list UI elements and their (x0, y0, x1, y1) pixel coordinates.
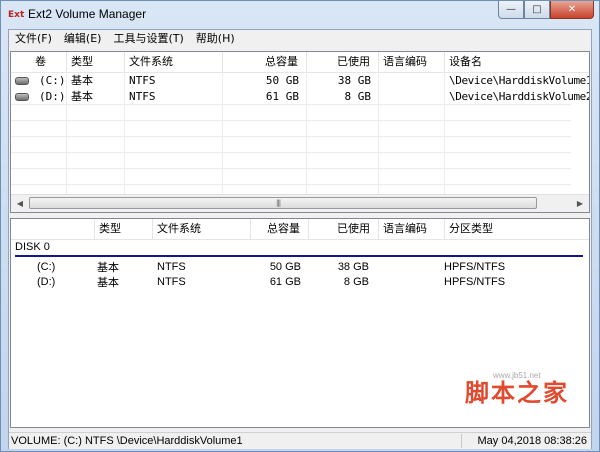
partition-row[interactable]: (C:) 基本 NTFS 50 GB 38 GB HPFS/NTFS (11, 260, 589, 275)
title-bar[interactable]: Ext Ext2 Volume Manager — □ ✕ (1, 1, 599, 29)
partition-name: (C:) (37, 261, 56, 273)
col-header-filesystem[interactable]: 文件系统 (125, 52, 223, 72)
col-header-used[interactable]: 已使用 (309, 219, 379, 239)
partition-ptype: HPFS/NTFS (444, 261, 506, 273)
window-controls: — □ ✕ (498, 1, 594, 19)
col-header-type[interactable]: 类型 (95, 219, 153, 239)
volume-device: \Device\HarddiskVolume1 (449, 74, 590, 87)
volume-used: 8 GB (344, 90, 372, 103)
col-header-codepage[interactable]: 语言编码 (379, 219, 445, 239)
partition-fs: NTFS (157, 261, 186, 273)
partition-fs: NTFS (157, 276, 186, 288)
partition-ptype: HPFS/NTFS (444, 276, 506, 288)
scroll-right-arrow-icon[interactable]: ▶ (573, 197, 587, 210)
volume-fs: NTFS (129, 74, 156, 87)
scroll-left-arrow-icon[interactable]: ◀ (13, 197, 27, 210)
partition-used: 8 GB (343, 276, 369, 288)
col-header-total[interactable]: 总容量 (251, 219, 309, 239)
menu-help[interactable]: 帮助(H) (190, 30, 241, 48)
volume-name: (C:) (39, 74, 66, 87)
maximize-button[interactable]: □ (524, 1, 550, 19)
col-header-partition-type[interactable]: 分区类型 (445, 219, 589, 239)
watermark-logo: 脚本之家 www.jb51.net (465, 371, 569, 408)
col-header-device[interactable]: 设备名 (445, 52, 589, 72)
app-icon: Ext (8, 10, 25, 20)
menu-tools-settings[interactable]: 工具与设置(T) (107, 30, 189, 48)
status-separator (461, 434, 462, 448)
app-window: Ext Ext2 Volume Manager — □ ✕ 文件(F) 编辑(E… (0, 0, 600, 452)
partition-row[interactable]: (D:) 基本 NTFS 61 GB 8 GB HPFS/NTFS (11, 275, 589, 290)
status-volume-info: VOLUME: (C:) NTFS \Device\HarddiskVolume… (11, 435, 243, 447)
disk-bar (15, 255, 583, 257)
col-header-codepage[interactable]: 语言编码 (379, 52, 445, 72)
volume-list-header: 卷 类型 文件系统 总容量 已使用 语言编码 设备名 (11, 52, 589, 73)
drive-icon (15, 93, 29, 101)
partition-total: 50 GB (269, 261, 301, 273)
col-header-total[interactable]: 总容量 (223, 52, 307, 72)
window-title: Ext2 Volume Manager (28, 7, 147, 21)
volume-fs: NTFS (129, 90, 156, 103)
col-header-volume[interactable]: 卷 (11, 52, 67, 72)
watermark-url: www.jb51.net (493, 371, 541, 380)
volume-type: 基本 (71, 90, 93, 103)
scroll-grip-icon: ||| (276, 199, 281, 207)
volume-total: 61 GB (265, 90, 299, 103)
disk-label[interactable]: DISK 0 (15, 241, 50, 253)
partition-used: 38 GB (337, 261, 369, 273)
volume-name: (D:) (39, 90, 66, 103)
volume-row[interactable]: (D:) 基本 NTFS 61 GB 8 GB \Device\Harddisk… (11, 89, 589, 105)
menu-edit[interactable]: 编辑(E) (58, 30, 108, 48)
drive-icon (15, 77, 29, 85)
minimize-button[interactable]: — (498, 1, 524, 19)
status-bar: VOLUME: (C:) NTFS \Device\HarddiskVolume… (9, 432, 591, 449)
menu-bar: 文件(F) 编辑(E) 工具与设置(T) 帮助(H) (9, 30, 591, 48)
volume-device: \Device\HarddiskVolume2 (449, 90, 590, 103)
partition-total: 61 GB (269, 276, 301, 288)
scroll-thumb[interactable]: ||| (29, 197, 537, 209)
volume-codepage (379, 73, 445, 89)
status-timestamp: May 04,2018 08:38:26 (477, 435, 587, 447)
col-header-type[interactable]: 类型 (67, 52, 125, 72)
close-button[interactable]: ✕ (550, 1, 594, 19)
horizontal-scrollbar[interactable]: ◀ ||| ▶ (11, 194, 589, 212)
volume-list[interactable]: 卷 类型 文件系统 总容量 已使用 语言编码 设备名 (C:) 基本 NTFS … (10, 51, 590, 213)
volume-codepage (379, 89, 445, 105)
partition-name: (D:) (37, 276, 56, 288)
disk-view-header: 类型 文件系统 总容量 已使用 语言编码 分区类型 (11, 219, 589, 240)
volume-type: 基本 (71, 74, 93, 87)
col-header-used[interactable]: 已使用 (307, 52, 379, 72)
maximize-icon: □ (532, 4, 542, 15)
menu-file[interactable]: 文件(F) (9, 30, 58, 48)
col-header-blank[interactable] (11, 219, 95, 239)
volume-used: 38 GB (337, 74, 371, 87)
volume-row[interactable]: (C:) 基本 NTFS 50 GB 38 GB \Device\Harddis… (11, 73, 589, 89)
col-header-filesystem[interactable]: 文件系统 (153, 219, 251, 239)
volume-total: 50 GB (265, 74, 299, 87)
partition-type: 基本 (97, 276, 119, 289)
close-icon: ✕ (567, 4, 577, 15)
minimize-icon: — (506, 4, 516, 15)
partition-type: 基本 (97, 261, 119, 274)
